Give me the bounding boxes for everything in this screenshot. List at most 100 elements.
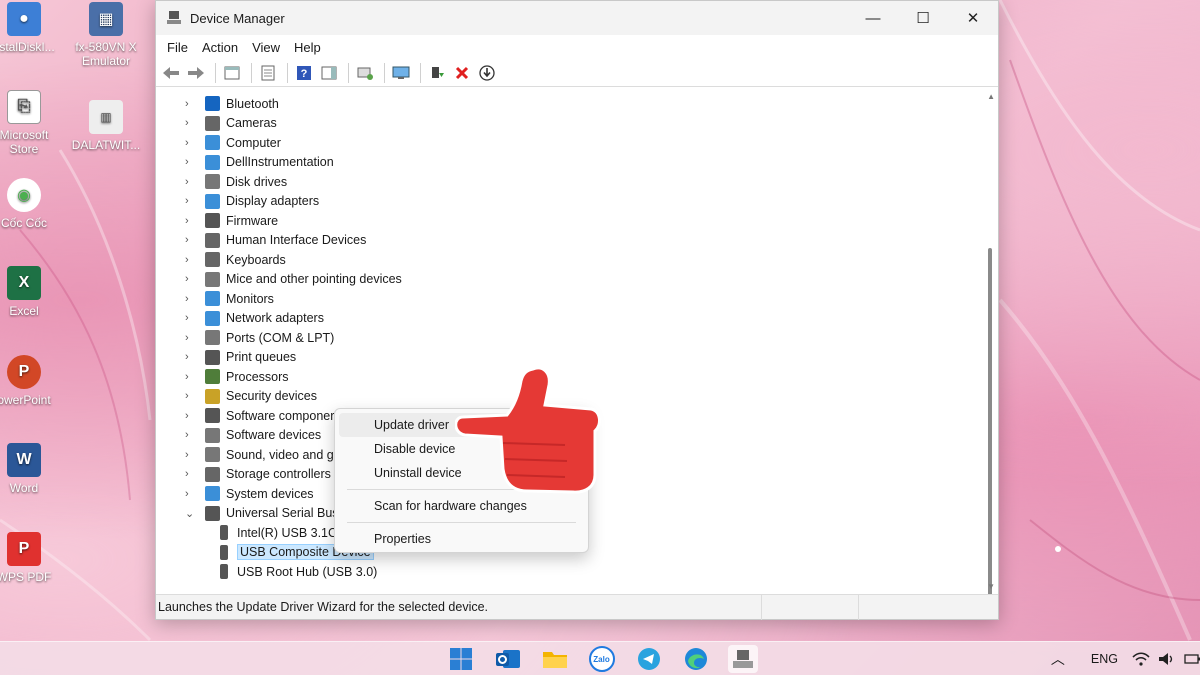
update-driver-toolbar-button[interactable] bbox=[426, 62, 448, 84]
word-desktop-icon[interactable]: W Word bbox=[0, 443, 64, 495]
tree-category-row[interactable]: › Keyboards bbox=[156, 250, 286, 270]
tree-category-row[interactable]: › Software devices bbox=[156, 426, 321, 446]
powerpoint-desktop-icon[interactable]: P owerPoint bbox=[0, 355, 64, 407]
tree-category-row[interactable]: › Display adapters bbox=[156, 192, 319, 212]
usb-device-label: USB Root Hub (USB 3.0) bbox=[237, 564, 378, 579]
processor-icon bbox=[205, 369, 220, 385]
menu-action[interactable]: Action bbox=[195, 40, 245, 55]
chevron-right-icon[interactable]: › bbox=[185, 390, 197, 402]
menu-view[interactable]: View bbox=[245, 40, 287, 55]
wpspdf-desktop-icon[interactable]: P WPS PDF bbox=[0, 532, 64, 584]
chevron-right-icon[interactable]: › bbox=[185, 332, 197, 344]
scan-hardware-menu-item[interactable]: Scan for hardware changes bbox=[339, 494, 584, 518]
dalatwit-desktop-icon[interactable]: ▥ DALATWIT... bbox=[66, 100, 146, 152]
excel-desktop-icon[interactable]: X Excel bbox=[0, 266, 64, 318]
tree-category-row[interactable]: › Cameras bbox=[156, 114, 277, 134]
download-toolbar-button[interactable] bbox=[476, 62, 498, 84]
chevron-right-icon[interactable]: › bbox=[185, 371, 197, 383]
file-explorer-taskbar-button[interactable] bbox=[540, 645, 570, 673]
chevron-right-icon[interactable]: › bbox=[185, 449, 197, 461]
tree-category-row[interactable]: › Bluetooth bbox=[156, 94, 279, 114]
vertical-scrollbar[interactable] bbox=[988, 248, 992, 595]
show-hide-console-tree-button[interactable] bbox=[221, 62, 243, 84]
tree-category-row[interactable]: › Human Interface Devices bbox=[156, 231, 366, 251]
chevron-right-icon[interactable]: › bbox=[185, 429, 197, 441]
properties-menu-item[interactable]: Properties bbox=[339, 527, 584, 551]
tree-category-row[interactable]: › Ports (COM & LPT) bbox=[156, 328, 334, 348]
chevron-right-icon[interactable]: › bbox=[185, 195, 197, 207]
menu-help[interactable]: Help bbox=[287, 40, 328, 55]
start-button[interactable] bbox=[446, 645, 476, 673]
properties-toolbar-button[interactable] bbox=[257, 62, 279, 84]
tree-category-row[interactable]: › Software componer bbox=[156, 406, 334, 426]
tree-category-row[interactable]: ⌄ Universal Serial Bus bbox=[156, 504, 339, 524]
chevron-right-icon[interactable]: › bbox=[185, 468, 197, 480]
chevron-right-icon[interactable]: › bbox=[185, 176, 197, 188]
menu-file[interactable]: File bbox=[160, 40, 195, 55]
tree-category-row[interactable]: › Network adapters bbox=[156, 309, 324, 329]
forward-button[interactable] bbox=[185, 62, 207, 84]
tree-category-row[interactable]: › Monitors bbox=[156, 289, 274, 309]
maximize-button[interactable]: ☐ bbox=[898, 1, 948, 35]
usb-device-row[interactable]: USB Root Hub (USB 3.0) bbox=[156, 562, 377, 582]
chevron-right-icon[interactable]: › bbox=[185, 273, 197, 285]
tree-category-row[interactable]: › Disk drives bbox=[156, 172, 287, 192]
minimize-button[interactable]: — bbox=[848, 1, 898, 35]
chevron-right-icon[interactable]: › bbox=[185, 254, 197, 266]
close-button[interactable]: ✕ bbox=[948, 1, 998, 35]
zalo-taskbar-button[interactable]: Zalo bbox=[587, 645, 617, 673]
device-manager-icon bbox=[167, 11, 181, 24]
tree-category-row[interactable]: › Sound, video and g bbox=[156, 445, 334, 465]
display-monitor-toolbar-button[interactable] bbox=[390, 62, 412, 84]
tree-category-row[interactable]: › DellInstrumentation bbox=[156, 153, 334, 173]
usb-device-row[interactable]: Intel(R) USB 3.1C bbox=[156, 523, 337, 543]
telegram-taskbar-button[interactable] bbox=[634, 645, 664, 673]
uninstall-toolbar-button[interactable] bbox=[451, 62, 473, 84]
chevron-right-icon[interactable]: › bbox=[185, 293, 197, 305]
chevron-right-icon[interactable]: › bbox=[185, 351, 197, 363]
chevron-right-icon[interactable]: › bbox=[185, 488, 197, 500]
device-manager-taskbar-button[interactable] bbox=[727, 645, 758, 673]
chevron-right-icon[interactable]: › bbox=[185, 137, 197, 149]
chevron-right-icon[interactable]: › bbox=[185, 410, 197, 422]
show-hidden-icons-chevron-icon[interactable]: ︿ bbox=[1051, 649, 1065, 669]
toolbar-separator bbox=[287, 62, 288, 83]
folder-icon bbox=[542, 652, 567, 668]
edge-taskbar-button[interactable] bbox=[681, 645, 711, 673]
show-hide-action-pane-button[interactable] bbox=[318, 62, 340, 84]
scroll-up-arrow-icon[interactable]: ▲ bbox=[987, 92, 995, 101]
scan-hardware-toolbar-button[interactable] bbox=[354, 62, 376, 84]
keyboard-icon bbox=[205, 252, 220, 268]
battery-icon[interactable] bbox=[1184, 652, 1200, 666]
back-button[interactable] bbox=[160, 62, 182, 84]
tree-category-row[interactable]: › Processors bbox=[156, 367, 289, 387]
chevron-down-icon[interactable]: ⌄ bbox=[185, 507, 197, 520]
wifi-icon[interactable] bbox=[1132, 652, 1150, 666]
crystaldisk-desktop-icon[interactable]: ● ystalDiskI... bbox=[0, 2, 64, 54]
scroll-down-arrow-icon[interactable]: ▼ bbox=[987, 582, 995, 591]
tree-category-row[interactable]: › Storage controllers bbox=[156, 465, 331, 485]
title-bar[interactable]: Device Manager — ☐ ✕ bbox=[156, 1, 998, 35]
outlook-taskbar-button[interactable] bbox=[493, 645, 523, 673]
chevron-right-icon[interactable]: › bbox=[185, 234, 197, 246]
chevron-right-icon[interactable]: › bbox=[185, 117, 197, 129]
tree-category-label: Cameras bbox=[226, 116, 277, 131]
fx580-desktop-icon[interactable]: ▦ fx-580VN X Emulator bbox=[66, 2, 146, 68]
chevron-right-icon[interactable]: › bbox=[185, 312, 197, 324]
tree-category-row[interactable]: › Security devices bbox=[156, 387, 317, 407]
language-indicator[interactable]: ENG bbox=[1091, 652, 1118, 666]
tree-category-row[interactable]: › Computer bbox=[156, 133, 281, 153]
chevron-right-icon[interactable]: › bbox=[185, 156, 197, 168]
chevron-right-icon[interactable]: › bbox=[185, 215, 197, 227]
file-icon: ⎘ bbox=[7, 90, 41, 124]
coccoc-desktop-icon[interactable]: ◉ Cốc Cốc bbox=[0, 178, 64, 230]
tree-category-row[interactable]: › System devices bbox=[156, 484, 314, 504]
tree-category-row[interactable]: › Mice and other pointing devices bbox=[156, 270, 402, 290]
help-toolbar-button[interactable]: ? bbox=[293, 62, 315, 84]
chevron-right-icon[interactable]: › bbox=[185, 98, 197, 110]
tree-category-row[interactable]: › Print queues bbox=[156, 348, 296, 368]
volume-icon[interactable] bbox=[1158, 652, 1176, 666]
tree-category-row[interactable]: › Firmware bbox=[156, 211, 278, 231]
microsoft-store-desktop-icon[interactable]: ⎘ Microsoft Store bbox=[0, 90, 64, 156]
telegram-icon bbox=[637, 648, 660, 670]
